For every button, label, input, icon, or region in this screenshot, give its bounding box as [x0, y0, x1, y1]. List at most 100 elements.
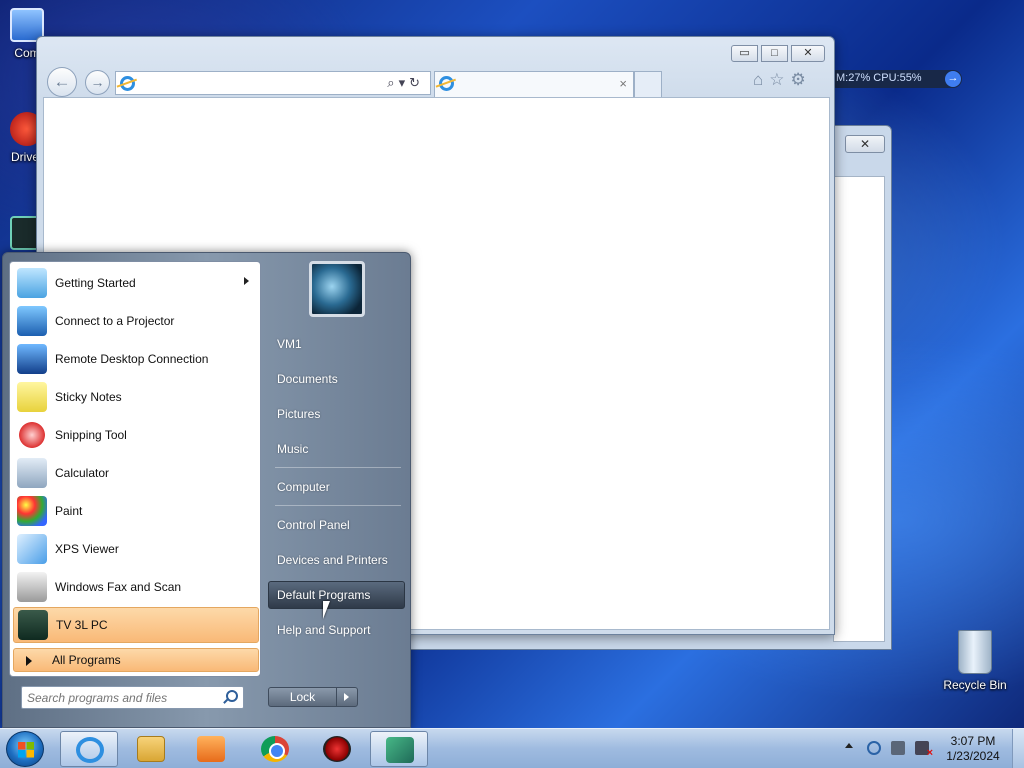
lock-button[interactable]: Lock [269, 688, 337, 706]
start-item-pictures[interactable]: Pictures [268, 400, 405, 428]
new-tab-button[interactable] [634, 71, 662, 97]
all-programs-button[interactable]: All Programs [13, 648, 259, 672]
separator [275, 467, 401, 468]
volume-muted-icon[interactable] [915, 741, 933, 759]
program-connect-projector[interactable]: Connect to a Projector [13, 303, 259, 339]
close-tab-icon[interactable]: × [619, 76, 627, 91]
desktop-icon-recycle-bin[interactable]: Recycle Bin [940, 630, 1010, 692]
forward-button[interactable]: → [85, 70, 110, 95]
show-desktop-button[interactable] [1012, 729, 1024, 768]
start-item-computer[interactable]: Computer [268, 473, 405, 501]
arrow-right-icon[interactable]: → [945, 71, 961, 87]
address-tools[interactable]: ⌕▾↻ [387, 75, 424, 91]
browser-toolbar-icons[interactable]: ⌂☆⚙ [753, 70, 812, 90]
program-snipping-tool[interactable]: Snipping Tool [13, 417, 259, 453]
clock[interactable]: 3:07 PM 1/23/2024 [936, 734, 1010, 764]
mouse-cursor-icon [323, 601, 330, 619]
user-avatar[interactable] [309, 261, 365, 317]
arrow-right-icon [26, 656, 32, 666]
paint-icon [17, 496, 47, 526]
fax-scan-icon [17, 572, 47, 602]
program-sticky-notes[interactable]: Sticky Notes [13, 379, 259, 415]
show-hidden-icons-icon[interactable] [845, 743, 853, 748]
shutdown-options-arrow-icon[interactable] [337, 688, 357, 706]
start-item-control-panel[interactable]: Control Panel [268, 511, 405, 539]
clock-date: 1/23/2024 [946, 749, 1000, 763]
desktop-icon-label: Recycle Bin [943, 678, 1007, 692]
cube-app-icon [386, 737, 414, 763]
all-programs-label: All Programs [52, 653, 121, 667]
ie-logo-icon [120, 76, 135, 91]
submenu-arrow-icon [244, 277, 249, 285]
clock-time: 3:07 PM [950, 734, 996, 748]
taskbar-cube-app-button[interactable] [370, 731, 428, 767]
background-window-content [833, 176, 885, 642]
separator [275, 505, 401, 506]
start-button[interactable] [6, 731, 44, 767]
program-label: Sticky Notes [55, 390, 122, 404]
program-getting-started[interactable]: Getting Started [13, 265, 259, 301]
program-label: Connect to a Projector [55, 314, 175, 328]
lock-button-group[interactable]: Lock [268, 687, 358, 707]
taskbar-explorer-button[interactable] [122, 731, 180, 767]
projector-icon [17, 306, 47, 336]
start-menu[interactable]: Getting Started Connect to a Projector R… [2, 252, 411, 728]
start-item-help-support[interactable]: Help and Support [268, 616, 405, 644]
remote-desktop-icon [17, 344, 47, 374]
tv3l-icon [18, 610, 48, 640]
system-monitor-gadget[interactable]: M:27% CPU:55% → [828, 70, 962, 88]
folder-icon [137, 736, 165, 762]
start-item-devices-printers[interactable]: Devices and Printers [268, 546, 405, 574]
search-icon[interactable] [226, 690, 238, 702]
program-calculator[interactable]: Calculator [13, 455, 259, 491]
program-label: Snipping Tool [55, 428, 127, 442]
program-tv3l-pc[interactable]: TV 3L PC [13, 607, 259, 643]
program-label: Paint [55, 504, 83, 518]
network-icon[interactable] [891, 741, 905, 755]
ie-logo-icon [439, 76, 454, 91]
program-label: XPS Viewer [55, 542, 119, 556]
red-app-icon [323, 736, 351, 762]
snipping-tool-icon [17, 420, 47, 450]
program-label: TV 3L PC [56, 618, 108, 632]
program-label: Windows Fax and Scan [55, 580, 182, 594]
search-input[interactable] [27, 688, 217, 707]
chrome-icon [261, 736, 289, 762]
start-item-default-programs[interactable]: Default Programs [268, 581, 405, 609]
xps-viewer-icon [17, 534, 47, 564]
sticky-notes-icon [17, 382, 47, 412]
calculator-icon [17, 458, 47, 488]
program-remote-desktop[interactable]: Remote Desktop Connection [13, 341, 259, 377]
search-box[interactable] [21, 686, 244, 709]
close-button[interactable]: ✕ [791, 45, 825, 62]
program-label: Remote Desktop Connection [55, 352, 209, 366]
start-menu-programs-pane: Getting Started Connect to a Projector R… [9, 261, 261, 677]
tray-app-icon[interactable] [867, 741, 881, 755]
ie-icon [76, 737, 104, 763]
arrow-right-icon: → [90, 74, 105, 90]
gadget-text: M:27% CPU:55% [836, 72, 922, 84]
browser-tab[interactable]: × [434, 71, 634, 97]
getting-started-icon [17, 268, 47, 298]
taskbar-app-button[interactable] [308, 731, 366, 767]
start-item-vm1[interactable]: VM1 [268, 330, 405, 358]
minimize-button[interactable]: ▭ [731, 45, 758, 62]
close-button[interactable]: ✕ [845, 135, 885, 153]
program-label: Calculator [55, 466, 110, 480]
taskbar-media-player-button[interactable] [182, 731, 240, 767]
program-label: Getting Started [55, 276, 136, 290]
taskbar-ie-button[interactable] [60, 731, 118, 767]
arrow-left-icon: ← [53, 72, 71, 91]
maximize-button[interactable]: □ [761, 45, 788, 62]
start-item-music[interactable]: Music [268, 435, 405, 463]
address-bar[interactable]: ⌕▾↻ [115, 71, 431, 95]
back-button[interactable]: ← [47, 67, 77, 97]
program-fax-scan[interactable]: Windows Fax and Scan [13, 569, 259, 605]
program-paint[interactable]: Paint [13, 493, 259, 529]
start-item-documents[interactable]: Documents [268, 365, 405, 393]
recycle-bin-icon [958, 630, 992, 674]
taskbar-chrome-button[interactable] [246, 731, 304, 767]
taskbar: 3:07 PM 1/23/2024 [0, 728, 1024, 768]
media-player-icon [197, 736, 225, 762]
program-xps-viewer[interactable]: XPS Viewer [13, 531, 259, 567]
